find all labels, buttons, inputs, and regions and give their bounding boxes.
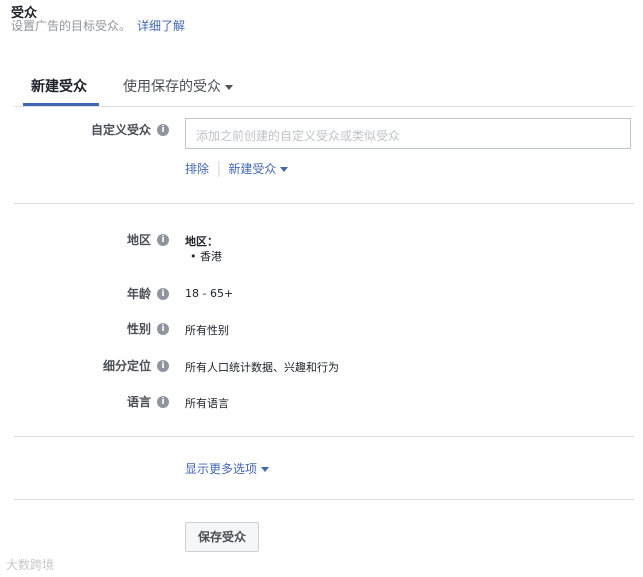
- chevron-down-icon: [225, 84, 233, 90]
- info-icon[interactable]: i: [157, 395, 169, 408]
- targeting-value: 所有人口统计数据、兴趣和行为: [185, 361, 339, 374]
- label-text: 年龄: [126, 287, 151, 301]
- info-icon[interactable]: i: [157, 123, 169, 136]
- tab-saved-audience[interactable]: 使用保存的受众: [123, 76, 233, 96]
- separator: |: [216, 158, 222, 177]
- divider: [14, 106, 634, 107]
- divider: [14, 436, 634, 437]
- divider: [14, 499, 634, 500]
- label-text: 性别: [126, 322, 151, 336]
- age-label: 年龄 i: [127, 285, 169, 302]
- location-label: 地区 i: [127, 231, 169, 248]
- label-text: 细分定位: [102, 359, 151, 373]
- chevron-down-icon: [261, 467, 270, 472]
- location-value: • 香港: [190, 250, 222, 263]
- exclude-link[interactable]: 排除: [185, 162, 209, 176]
- info-icon[interactable]: i: [157, 233, 169, 246]
- tab-label: 使用保存的受众: [123, 79, 221, 95]
- location-item: 香港: [200, 250, 222, 263]
- info-icon[interactable]: i: [157, 359, 169, 372]
- create-new-audience-link[interactable]: 新建受众: [228, 162, 289, 176]
- gender-value: 所有性别: [185, 324, 229, 337]
- label-text: 自定义受众: [90, 123, 151, 137]
- info-icon[interactable]: i: [157, 287, 169, 300]
- learn-more-link[interactable]: 详细了解: [137, 19, 185, 33]
- link-text: 显示更多选项: [185, 462, 258, 476]
- label-text: 地区: [126, 233, 151, 247]
- location-heading: 地区：: [185, 235, 218, 248]
- custom-audience-label: 自定义受众 i: [91, 121, 169, 138]
- custom-audience-actions: 排除 | 新建受众: [185, 158, 289, 177]
- language-value: 所有语言: [185, 397, 229, 410]
- divider: [14, 203, 634, 204]
- age-value: 18 - 65+: [185, 287, 234, 300]
- language-label: 语言 i: [127, 393, 169, 410]
- watermark: 大数跨境: [6, 558, 55, 572]
- subtitle-text: 设置广告的目标受众。: [11, 19, 132, 33]
- custom-audience-input[interactable]: 添加之前创建的自定义受众或类似受众: [185, 118, 631, 149]
- link-text: 新建受众: [228, 162, 277, 176]
- gender-label: 性别 i: [127, 320, 169, 337]
- save-audience-button[interactable]: 保存受众: [185, 522, 259, 552]
- tab-new-audience[interactable]: 新建受众: [31, 76, 87, 96]
- label-text: 语言: [126, 395, 151, 409]
- targeting-label: 细分定位 i: [103, 357, 169, 374]
- show-more-options-link[interactable]: 显示更多选项: [185, 460, 270, 477]
- info-icon[interactable]: i: [157, 322, 169, 335]
- chevron-down-icon: [280, 167, 289, 172]
- section-subtitle: 设置广告的目标受众。 详细了解: [11, 17, 185, 34]
